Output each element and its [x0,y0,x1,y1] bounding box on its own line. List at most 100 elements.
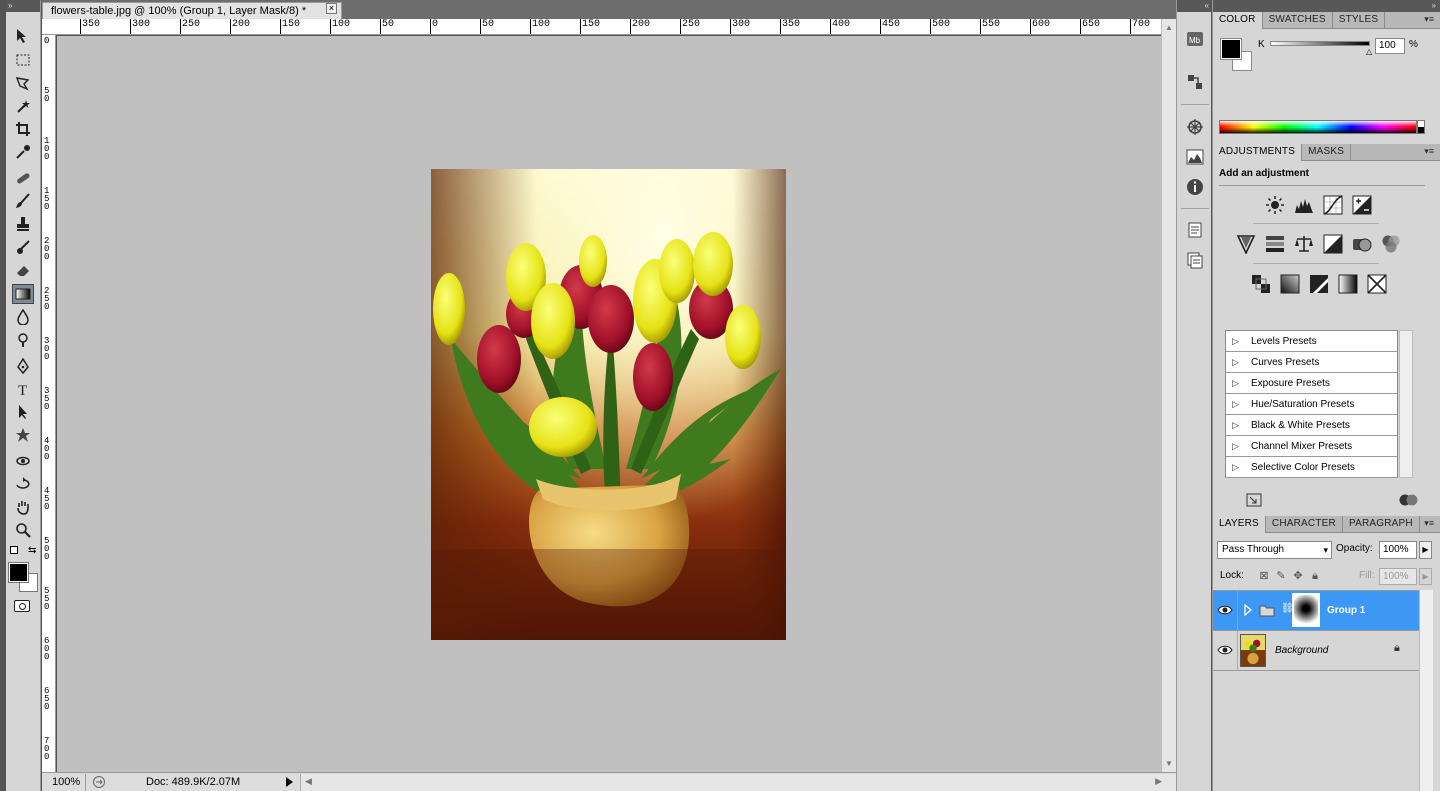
invert-icon[interactable] [1250,273,1272,295]
tab-layers[interactable]: LAYERS [1213,516,1266,533]
tools-panel-grip[interactable]: » [6,0,40,12]
layers-scrollbar[interactable] [1419,590,1433,791]
color-foreground-swatch[interactable] [1220,38,1242,60]
path-selection-tool[interactable] [12,402,34,422]
black-white-icon[interactable] [1322,233,1344,255]
panel-menu-icon[interactable]: ▾≡ [1424,518,1434,529]
gradient-map-icon[interactable] [1337,273,1359,295]
disclosure-triangle-icon[interactable]: ▷ [1232,336,1241,347]
preset-item[interactable]: ▷ Hue/Saturation Presets [1226,394,1397,415]
eyedropper-tool[interactable] [12,142,34,162]
hue-saturation-icon[interactable] [1264,233,1286,255]
preset-item[interactable]: ▷ Curves Presets [1226,352,1397,373]
panel-menu-icon[interactable]: ▾≡ [1424,14,1434,25]
preset-item[interactable]: ▷ Channel Mixer Presets [1226,436,1397,457]
layer-mask-thumbnail[interactable] [1292,593,1320,627]
close-document-icon[interactable]: × [326,3,337,14]
tab-character[interactable]: CHARACTER [1266,516,1343,533]
zoom-tool[interactable] [12,520,34,540]
layer-name[interactable]: Background [1275,645,1328,656]
fill-slider-button[interactable]: ▶ [1419,568,1432,585]
scroll-down-icon[interactable]: ▼ [1165,759,1173,768]
disclosure-triangle-icon[interactable]: ▷ [1232,399,1241,410]
tab-masks[interactable]: MASKS [1302,144,1352,161]
layer-comps-icon[interactable] [1184,249,1206,271]
exposure-icon[interactable] [1351,194,1373,216]
layer-row-group-1[interactable]: ⛓︎ Group 1 [1213,591,1419,631]
tab-styles[interactable]: STYLES [1333,12,1386,29]
mini-bridge-icon[interactable]: Mb [1184,28,1206,50]
expand-view-icon[interactable] [1246,493,1262,507]
healing-brush-tool[interactable] [12,168,34,188]
history-brush-tool[interactable] [12,237,34,257]
eraser-tool[interactable] [12,260,34,280]
tab-swatches[interactable]: SWATCHES [1263,12,1333,29]
layer-name[interactable]: Group 1 [1327,605,1365,616]
selective-color-icon[interactable] [1366,273,1388,295]
status-options-icon[interactable] [92,775,106,789]
panel-menu-icon[interactable]: ▾≡ [1424,146,1434,157]
lock-image-icon[interactable]: ✎ [1274,569,1288,583]
canvas-area[interactable] [57,36,1161,772]
lasso-tool[interactable] [12,73,34,93]
layer-thumbnail[interactable] [1240,634,1266,667]
swap-colors-icon[interactable]: ⇆ [28,545,36,556]
preset-item[interactable]: ▷ Levels Presets [1226,331,1397,352]
visibility-eye-icon[interactable] [1217,642,1233,658]
posterize-icon[interactable] [1279,273,1301,295]
slider-thumb-icon[interactable]: △ [1366,47,1372,56]
dock-grip[interactable]: « [1177,0,1211,12]
blur-tool[interactable] [12,307,34,327]
move-tool[interactable] [12,26,34,46]
color-balance-icon[interactable] [1293,233,1315,255]
photo-filter-icon[interactable] [1351,233,1373,255]
brightness-contrast-icon[interactable] [1264,194,1286,216]
clone-stamp-tool[interactable] [12,214,34,234]
scroll-left-icon[interactable]: ◀ [305,776,312,787]
foreground-color-swatch[interactable] [8,562,29,583]
visibility-eye-icon[interactable] [1217,602,1233,618]
pen-tool[interactable] [12,356,34,376]
zoom-level-field[interactable]: 100% [42,773,86,791]
histogram-icon[interactable] [1184,146,1206,168]
preset-item[interactable]: ▷ Black & White Presets [1226,415,1397,436]
navigator-icon[interactable] [1184,116,1206,138]
tab-paragraph[interactable]: PARAGRAPH [1343,516,1420,533]
disclosure-triangle-icon[interactable]: ▷ [1232,462,1241,473]
crop-tool[interactable] [12,119,34,139]
tab-color[interactable]: COLOR [1213,12,1263,29]
fill-field[interactable]: 100% [1379,568,1417,585]
preset-item[interactable]: ▷ Selective Color Presets [1226,457,1397,478]
channel-mixer-icon[interactable] [1380,233,1402,255]
3d-orbit-tool[interactable] [12,474,34,494]
preset-item[interactable]: ▷ Exposure Presets [1226,373,1397,394]
clip-to-layer-icon[interactable] [1399,493,1419,507]
default-colors-icon[interactable] [10,546,18,554]
notes-icon[interactable] [1184,219,1206,241]
type-tool[interactable]: T [12,379,34,399]
status-menu-arrow-icon[interactable] [284,775,294,789]
lock-position-icon[interactable]: ✥ [1291,569,1305,583]
lock-all-icon[interactable]: 🔒︎ [1308,569,1322,583]
marquee-tool[interactable] [12,50,34,70]
scroll-right-icon[interactable]: ▶ [1155,776,1162,787]
history-icon[interactable] [1184,71,1206,93]
black-white-swatch[interactable] [1417,120,1425,134]
curves-icon[interactable] [1322,194,1344,216]
opacity-slider-button[interactable]: ▶ [1419,541,1432,559]
disclosure-triangle-icon[interactable]: ▷ [1232,357,1241,368]
presets-scrollbar[interactable] [1399,330,1413,478]
threshold-icon[interactable] [1308,273,1330,295]
document-tab[interactable]: flowers-table.jpg @ 100% (Group 1, Layer… [42,2,342,19]
scroll-up-icon[interactable]: ▲ [1165,23,1173,32]
disclosure-triangle-icon[interactable]: ▷ [1232,441,1241,452]
expand-group-triangle-icon[interactable] [1243,604,1253,616]
brush-tool[interactable] [12,191,34,211]
vibrance-icon[interactable] [1235,233,1257,255]
disclosure-triangle-icon[interactable]: ▷ [1232,378,1241,389]
panels-grip[interactable]: » [1213,0,1440,12]
k-channel-slider[interactable] [1270,41,1370,46]
opacity-field[interactable]: 100% [1379,541,1417,559]
blend-mode-select[interactable]: Pass Through ▾ [1217,541,1332,559]
tab-adjustments[interactable]: ADJUSTMENTS [1213,144,1303,161]
